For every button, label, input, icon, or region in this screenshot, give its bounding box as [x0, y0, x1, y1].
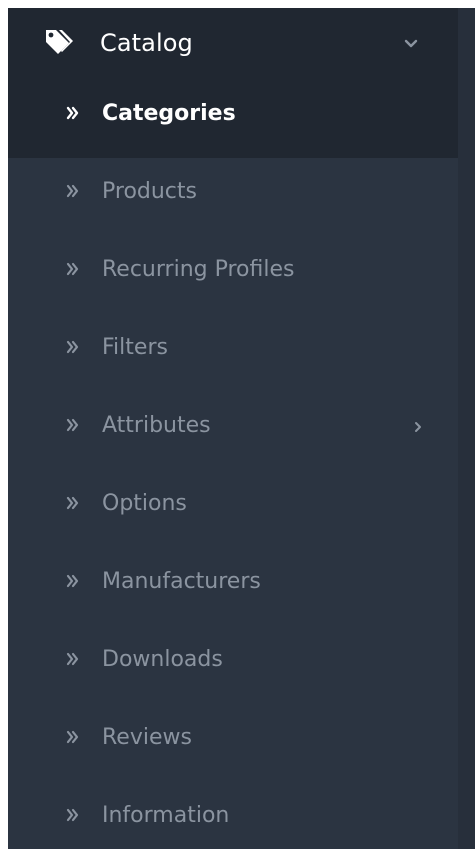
chevron-right-icon	[415, 422, 421, 432]
double-chevron-right-icon	[66, 106, 79, 120]
sidebar-item-label: Manufacturers	[102, 569, 261, 594]
sidebar-item-label: Information	[102, 803, 230, 828]
double-chevron-right-icon	[66, 184, 79, 198]
double-chevron-right-icon	[66, 418, 79, 432]
sidebar-item-label: Options	[102, 491, 187, 516]
screen-frame: Catalog Categories Products Recurring Pr…	[0, 0, 475, 857]
sidebar-item-label: Filters	[102, 335, 168, 360]
double-chevron-right-icon	[66, 808, 79, 822]
catalog-label: Catalog	[100, 29, 193, 57]
sidebar-item-options[interactable]: Options	[8, 470, 458, 548]
double-chevron-right-icon	[66, 574, 79, 588]
catalog-menu-header[interactable]: Catalog	[8, 8, 458, 80]
chevron-down-icon	[404, 39, 418, 48]
sidebar-item-information[interactable]: Information	[8, 782, 458, 860]
content-edge	[458, 8, 475, 849]
sidebar-item-manufacturers[interactable]: Manufacturers	[8, 548, 458, 626]
double-chevron-right-icon	[66, 496, 79, 510]
sidebar-item-label: Products	[102, 179, 197, 204]
double-chevron-right-icon	[66, 262, 79, 276]
double-chevron-right-icon	[66, 340, 79, 354]
double-chevron-right-icon	[66, 652, 79, 666]
sidebar-nav: Catalog Categories Products Recurring Pr…	[8, 8, 458, 849]
sidebar-item-label: Categories	[102, 101, 236, 126]
sidebar-item-products[interactable]: Products	[8, 158, 458, 236]
sidebar-item-downloads[interactable]: Downloads	[8, 626, 458, 704]
sidebar-item-label: Reviews	[102, 725, 192, 750]
sidebar-item-filters[interactable]: Filters	[8, 314, 458, 392]
sidebar-item-recurring-profiles[interactable]: Recurring Profiles	[8, 236, 458, 314]
sidebar-item-categories[interactable]: Categories	[8, 80, 458, 158]
sidebar-item-reviews[interactable]: Reviews	[8, 704, 458, 782]
sidebar-item-label: Downloads	[102, 647, 223, 672]
sidebar-item-label: Attributes	[102, 413, 211, 438]
double-chevron-right-icon	[66, 730, 79, 744]
sidebar-item-attributes[interactable]: Attributes	[8, 392, 458, 470]
sidebar-item-label: Recurring Profiles	[102, 257, 295, 282]
tags-icon	[46, 30, 73, 54]
